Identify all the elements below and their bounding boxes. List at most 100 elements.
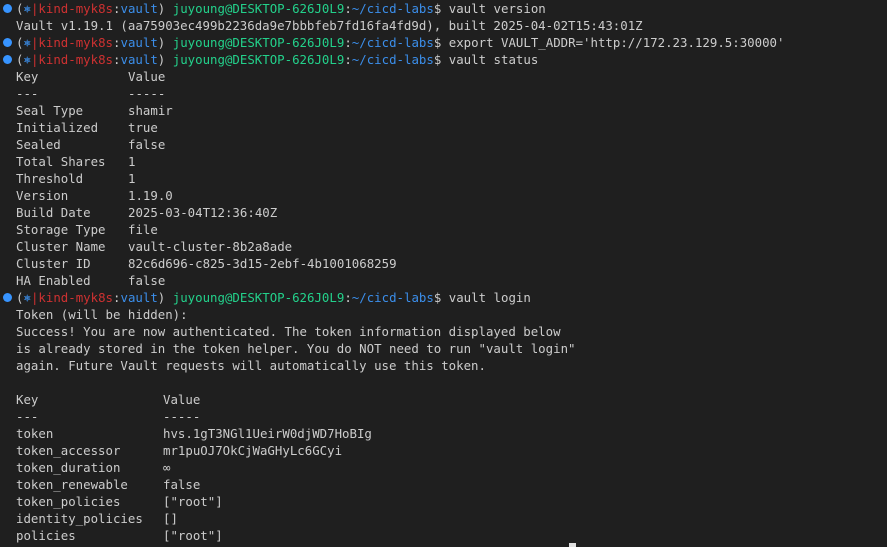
output-line: is already stored in the token helper. Y… [0, 340, 887, 357]
kv-value: false [163, 477, 201, 492]
blue-dot-icon [3, 293, 12, 302]
kv-key: Key [16, 69, 39, 84]
kubernetes-wheel-icon: ⎈ [23, 35, 31, 50]
kv-value: ----- [163, 409, 201, 424]
kv-value: Value [163, 392, 201, 407]
prompt-k8s-namespace: vault [120, 1, 158, 16]
kv-key: Key [16, 392, 39, 407]
kv-value: ["root"] [163, 528, 223, 543]
output-text: Vault v1.19.1 (aa75903ec499b2236da9e7bbb… [16, 18, 643, 33]
kv-row: Threshold 1 [0, 170, 887, 187]
kv-row: --- ----- [0, 85, 887, 102]
kubernetes-wheel-icon: ⎈ [23, 290, 31, 305]
kv-row: --- ----- [0, 408, 887, 425]
kv-value: vault-cluster-8b2a8ade [128, 239, 293, 254]
prompt-path: ~/cicd-labs [351, 290, 434, 305]
kubernetes-wheel-icon: ⎈ [23, 52, 31, 67]
prompt-k8s-namespace: vault [120, 290, 158, 305]
prompt-symbol: $ [433, 35, 449, 50]
kv-value: 1.19.0 [128, 188, 173, 203]
kv-key: Threshold [16, 171, 84, 186]
kv-key: HA Enabled [16, 273, 91, 288]
kv-row: token_duration ∞ [0, 459, 887, 476]
prompt-path-colon: : [344, 290, 352, 305]
kv-key: token_duration [16, 460, 121, 475]
kv-row: Storage Type file [0, 221, 887, 238]
output-line: Token (will be hidden): [0, 306, 887, 323]
kv-value: 1 [128, 171, 136, 186]
kv-value: 1 [128, 154, 136, 169]
kv-value: hvs.1gT3NGl1UeirW0djWD7HoBIg [163, 426, 372, 441]
kv-row: Cluster ID 82c6d696-c825-3d15-2ebf-4b1001… [0, 255, 887, 272]
prompt-symbol: $ [433, 52, 449, 67]
output-text: Token (will be hidden): [16, 307, 188, 322]
prompt-path-colon: : [344, 35, 352, 50]
output-text: Success! You are now authenticated. The … [16, 324, 561, 339]
kv-key: Build Date [16, 205, 91, 220]
prompt-path: ~/cicd-labs [351, 35, 434, 50]
kv-value: 82c6d696-c825-3d15-2ebf-4b1001068259 [128, 256, 397, 271]
command-text: vault status [448, 52, 539, 67]
command-text: vault login [448, 290, 531, 305]
blue-dot-icon [3, 55, 12, 64]
kv-row: Key Value [0, 391, 887, 408]
kv-key: --- [16, 86, 39, 101]
kv-key: token_policies [16, 494, 121, 509]
kv-value: [] [163, 511, 178, 526]
kv-row: token_policies ["root"] [0, 493, 887, 510]
kv-value: false [128, 137, 166, 152]
output-line: again. Future Vault requests will automa… [0, 357, 887, 374]
prompt-line: (⎈|kind-myk8s:vault) juyoung@DESKTOP-626… [0, 51, 887, 68]
prompt-k8s-namespace: vault [120, 52, 158, 67]
kv-row: identity_policies [] [0, 510, 887, 527]
kv-row: Version 1.19.0 [0, 187, 887, 204]
kv-value: ["root"] [163, 494, 223, 509]
kv-value: Value [128, 69, 166, 84]
prompt-user-host: juyoung@DESKTOP-626J0L9 [172, 1, 345, 16]
kv-row: token_renewable false [0, 476, 887, 493]
prompt-k8s-context: kind-myk8s [38, 52, 114, 67]
text-cursor [569, 543, 576, 547]
kubernetes-wheel-icon: ⎈ [23, 1, 31, 16]
kv-value: false [128, 273, 166, 288]
kv-row: Key Value [0, 68, 887, 85]
prompt-symbol: $ [433, 1, 449, 16]
prompt-k8s-context: kind-myk8s [38, 1, 114, 16]
kv-key: policies [16, 528, 76, 543]
kv-row: policies ["root"] [0, 527, 887, 544]
kv-key: Sealed [16, 137, 61, 152]
kv-key: Version [16, 188, 69, 203]
prompt-path-colon: : [344, 1, 352, 16]
blue-dot-icon [3, 4, 12, 13]
prompt-k8s-context: kind-myk8s [38, 290, 114, 305]
prompt-user-host: juyoung@DESKTOP-626J0L9 [172, 35, 345, 50]
prompt-k8s-namespace: vault [120, 35, 158, 50]
prompt-user-host: juyoung@DESKTOP-626J0L9 [172, 52, 345, 67]
blue-dot-icon [3, 38, 12, 47]
output-line: Vault v1.19.1 (aa75903ec499b2236da9e7bbb… [0, 17, 887, 34]
kv-value: ∞ [163, 460, 171, 475]
kv-row: Total Shares 1 [0, 153, 887, 170]
kv-key: Seal Type [16, 103, 84, 118]
command-text: vault version [448, 1, 546, 16]
prompt-path: ~/cicd-labs [351, 1, 434, 16]
kv-key: Storage Type [16, 222, 106, 237]
output-line: Success! You are now authenticated. The … [0, 323, 887, 340]
prompt-user-host: juyoung@DESKTOP-626J0L9 [172, 290, 345, 305]
kv-key: Cluster Name [16, 239, 106, 254]
terminal-window[interactable]: (⎈|kind-myk8s:vault) juyoung@DESKTOP-626… [0, 0, 887, 547]
kv-value: ----- [128, 86, 166, 101]
kv-row: token_accessor mr1puOJ7OkCjWaGHyLc6GCyi [0, 442, 887, 459]
prompt-line: (⎈|kind-myk8s:vault) juyoung@DESKTOP-626… [0, 289, 887, 306]
output-text: is already stored in the token helper. Y… [16, 341, 576, 356]
kv-value: mr1puOJ7OkCjWaGHyLc6GCyi [163, 443, 343, 458]
kv-key: token_renewable [16, 477, 128, 492]
kv-row: Initialized true [0, 119, 887, 136]
kv-row: Build Date 2025-03-04T12:36:40Z [0, 204, 887, 221]
kv-row: HA Enabled false [0, 272, 887, 289]
